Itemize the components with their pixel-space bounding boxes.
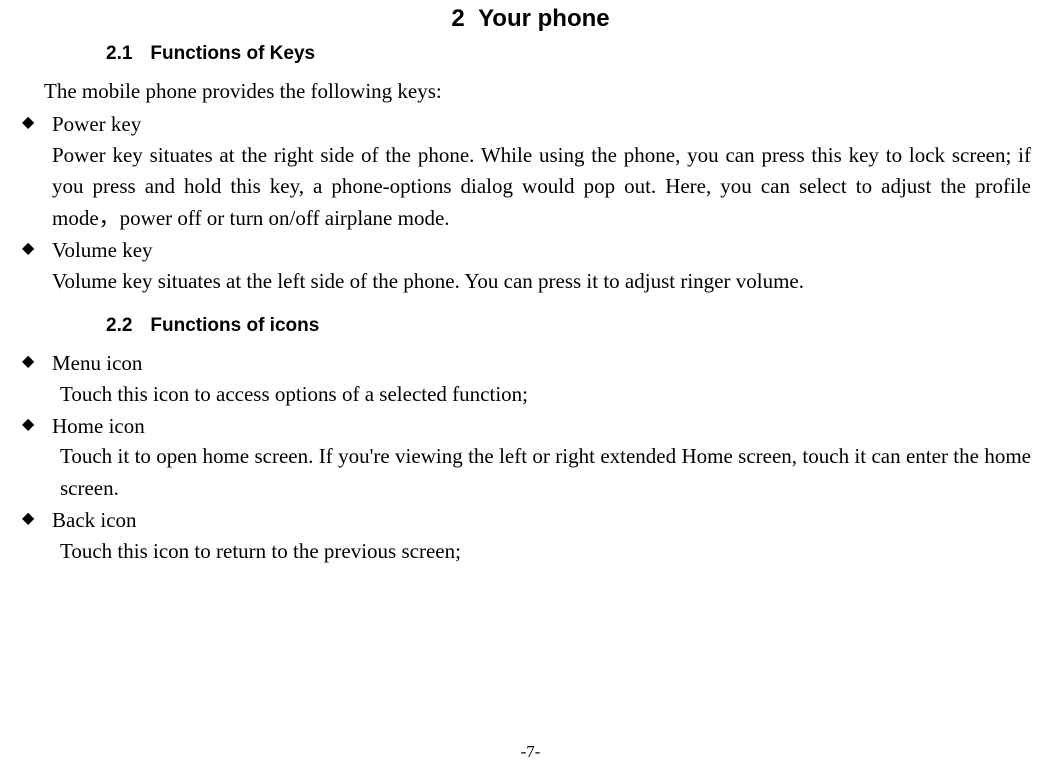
section1-list: Power key Power key situates at the righ… — [30, 110, 1031, 297]
list-item: Power key Power key situates at the righ… — [30, 110, 1031, 234]
section-title: Functions of Keys — [150, 43, 315, 64]
desc-home-icon: Touch it to open home screen. If you're … — [60, 441, 1031, 504]
section-number: 2.1 — [106, 43, 132, 65]
chapter-title-text: Your phone — [478, 5, 610, 32]
desc-back-icon: Touch this icon to return to the previou… — [60, 536, 1031, 568]
list-item: Back icon Touch this icon to return to t… — [30, 506, 1031, 567]
section-title: Functions of icons — [150, 315, 319, 336]
term-home-icon: Home icon — [52, 412, 1031, 441]
section-heading-2-2: 2.2 Functions of icons — [106, 315, 1031, 337]
chapter-title: 2 Your phone — [30, 5, 1031, 33]
desc-power-key: Power key situates at the right side of … — [52, 140, 1031, 235]
page-number: -7- — [0, 742, 1061, 762]
term-menu-icon: Menu icon — [52, 349, 1031, 378]
list-item: Menu icon Touch this icon to access opti… — [30, 349, 1031, 410]
desc-menu-icon: Touch this icon to access options of a s… — [60, 379, 1031, 411]
term-power-key: Power key — [52, 110, 1031, 139]
desc-volume-key: Volume key situates at the left side of … — [52, 266, 1031, 298]
section-number: 2.2 — [106, 315, 132, 337]
section-heading-2-1: 2.1 Functions of Keys — [106, 43, 1031, 65]
list-item: Home icon Touch it to open home screen. … — [30, 412, 1031, 504]
term-back-icon: Back icon — [52, 506, 1031, 535]
section2-list: Menu icon Touch this icon to access opti… — [30, 349, 1031, 567]
section1-intro: The mobile phone provides the following … — [44, 77, 1031, 106]
term-volume-key: Volume key — [52, 236, 1031, 265]
chapter-number: 2 — [451, 5, 464, 32]
list-item: Volume key Volume key situates at the le… — [30, 236, 1031, 297]
